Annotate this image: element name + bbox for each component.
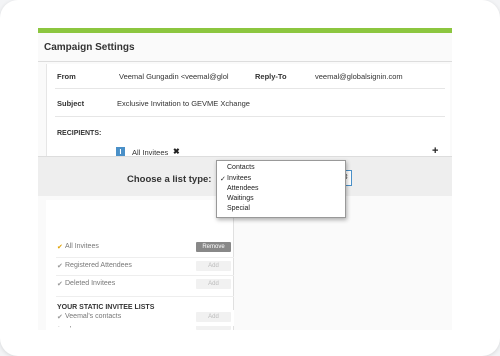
menu-item-special[interactable]: Special: [227, 205, 250, 212]
from-value: Veemal Gungadin <veemal@glol: [119, 72, 229, 81]
campaign-settings-panel: Campaign Settings From Veemal Gungadin <…: [38, 28, 452, 330]
add-button[interactable]: Add: [196, 261, 231, 271]
recipients-label: RECIPIENTS:: [57, 130, 102, 137]
reply-to-field[interactable]: veemal@globalsignin.com: [305, 67, 445, 85]
menu-item-label: Invitees: [227, 175, 252, 182]
menu-item-contacts[interactable]: Contacts: [227, 164, 255, 171]
reply-to-label: Reply-To: [255, 72, 287, 81]
remove-button[interactable]: Remove: [196, 242, 231, 252]
selected-check-icon: ✓: [220, 176, 226, 183]
header-accent-bar: [38, 28, 452, 33]
remove-chip-icon[interactable]: ✖: [173, 147, 180, 156]
title-divider: [38, 61, 452, 62]
screenshot-frame: Campaign Settings From Veemal Gungadin <…: [0, 0, 500, 356]
from-label: From: [57, 72, 76, 81]
row-divider: [55, 116, 445, 117]
list-item: ✔ Deleted Invitees Add: [46, 276, 234, 294]
list-item-label: Registered Attendees: [65, 262, 132, 269]
menu-item-attendees[interactable]: Attendees: [227, 185, 259, 192]
check-icon: ✔: [57, 244, 63, 251]
list-item-label: All Invitees: [65, 243, 99, 250]
check-icon: ✔: [57, 314, 63, 321]
list-item-label: Deleted Invitees: [65, 280, 116, 287]
add-button[interactable]: Add: [196, 279, 231, 289]
list-type-dropdown-menu: Contacts ✓ Invitees Attendees Waitings S…: [216, 160, 346, 218]
list-item: ✔ All Invitees Remove: [46, 240, 234, 258]
subject-label: Subject: [57, 99, 85, 108]
row-divider: [55, 88, 445, 89]
check-icon: ✔: [57, 263, 63, 270]
subject-field[interactable]: Exclusive Invitation to GEVME Xchange: [109, 94, 445, 112]
check-icon: ✔: [57, 281, 63, 288]
add-button[interactable]: Add: [196, 312, 231, 322]
menu-item-invitees[interactable]: ✓ Invitees: [220, 175, 252, 183]
list-item: ✔ Registered Attendees Add: [46, 258, 234, 276]
list-item: ✔ Veemal's contacts Add: [46, 310, 234, 326]
list-item-label: Veemal's contacts: [65, 313, 122, 320]
panel-title: Campaign Settings: [44, 42, 135, 53]
menu-item-waitings[interactable]: Waitings: [227, 195, 254, 202]
subject-value: Exclusive Invitation to GEVME Xchange: [117, 99, 250, 108]
from-field[interactable]: Veemal Gungadin <veemal@glol: [109, 67, 252, 85]
reply-to-value: veemal@globalsignin.com: [315, 72, 403, 81]
list-type-label: Choose a list type:: [127, 174, 212, 185]
row-divider: [56, 296, 234, 297]
